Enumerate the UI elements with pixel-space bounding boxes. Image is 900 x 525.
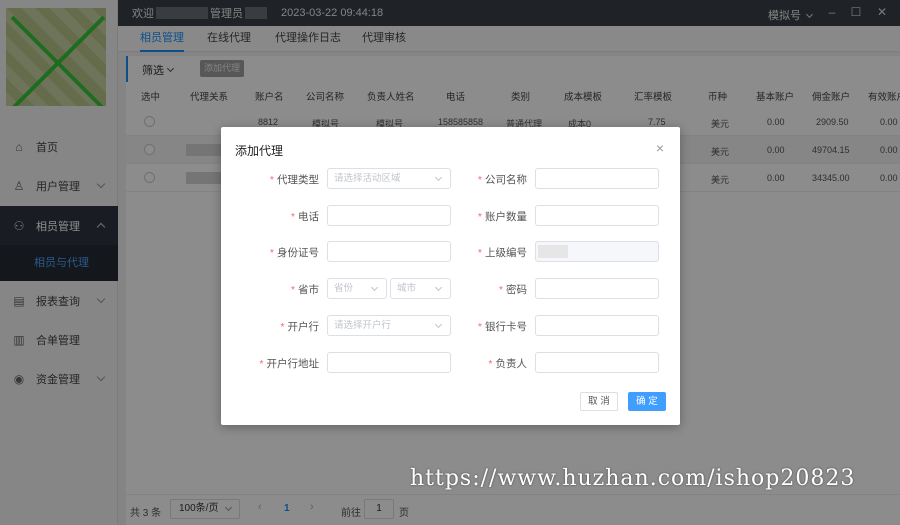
watermark: https://www.huzhan.com/ishop20823 xyxy=(410,466,856,491)
agent-type-label: * 代理类型 xyxy=(269,174,319,186)
company-label: * 公司名称 xyxy=(477,174,527,186)
parent-code-label: * 上级编号 xyxy=(477,247,527,259)
id-number-input[interactable] xyxy=(327,241,451,262)
account-count-label: * 账户数量 xyxy=(477,211,527,223)
person-in-charge-label: * 负责人 xyxy=(488,358,527,370)
bank-card-label: * 银行卡号 xyxy=(477,321,527,333)
add-agent-dialog: 添加代理 × * 代理类型 请选择活动区域 * 公司名称 * 电话 * 账户数量 * 身份… xyxy=(221,127,680,425)
province-city-label: * 省市 xyxy=(290,284,319,296)
close-icon[interactable]: × xyxy=(656,140,664,156)
bank-address-label: * 开户行地址 xyxy=(259,358,319,370)
bank-select[interactable]: 请选择开户行 xyxy=(327,315,451,336)
confirm-button[interactable]: 确 定 xyxy=(628,392,666,411)
phone-label: * 电话 xyxy=(290,211,319,223)
id-number-label: * 身份证号 xyxy=(269,247,319,259)
city-placeholder: 城市 xyxy=(397,283,417,294)
bank-address-input[interactable] xyxy=(327,352,451,373)
dialog-title: 添加代理 xyxy=(235,144,284,158)
agent-type-select[interactable]: 请选择活动区域 xyxy=(327,168,451,189)
parent-code-input[interactable] xyxy=(535,241,659,262)
bank-card-input[interactable] xyxy=(535,315,659,336)
cancel-button[interactable]: 取 消 xyxy=(580,392,618,411)
phone-input[interactable] xyxy=(327,205,451,226)
chevron-down-icon xyxy=(370,283,379,292)
password-input[interactable] xyxy=(535,278,659,299)
person-in-charge-input[interactable] xyxy=(535,352,659,373)
redacted-value xyxy=(538,245,568,258)
agent-type-placeholder: 请选择活动区域 xyxy=(334,173,401,184)
bank-label: * 开户行 xyxy=(280,321,319,333)
password-label: * 密码 xyxy=(498,284,527,296)
bank-placeholder: 请选择开户行 xyxy=(334,320,392,331)
company-input[interactable] xyxy=(535,168,659,189)
province-select[interactable]: 省份 xyxy=(327,278,387,299)
account-count-input[interactable] xyxy=(535,205,659,226)
province-placeholder: 省份 xyxy=(334,283,354,294)
